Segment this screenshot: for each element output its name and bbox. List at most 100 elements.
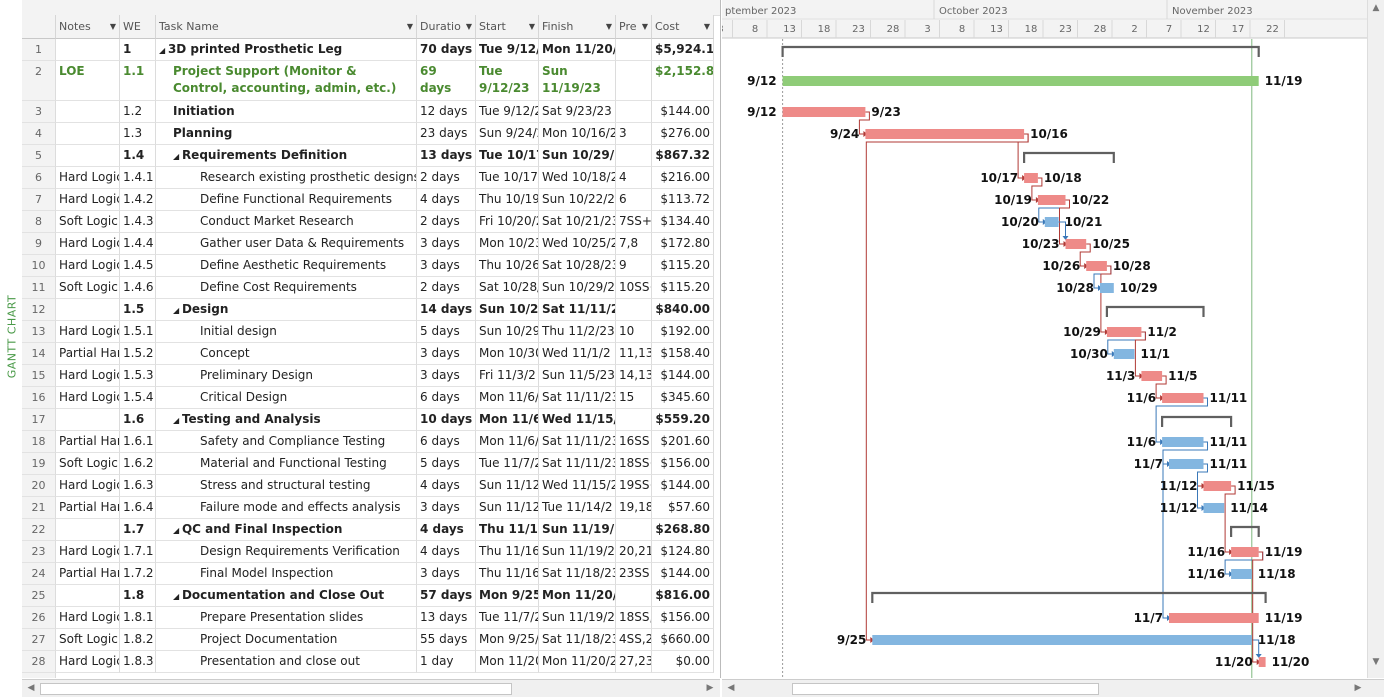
task-finish-cell[interactable]: Sat 11/18/23 — [539, 629, 616, 651]
task-bar[interactable] — [1100, 283, 1114, 293]
task-name-cell[interactable]: ◢ Documentation and Close Out — [156, 585, 417, 607]
row-number[interactable]: 25 — [22, 585, 56, 607]
task-notes-cell[interactable]: Soft Logic — [56, 211, 120, 233]
task-wbs-cell[interactable]: 1.6.2 — [120, 453, 156, 475]
task-finish-cell[interactable]: Sat 11/11/23 — [539, 299, 616, 321]
task-row[interactable]: 20 Hard Logic 1.6.3 Stress and structural t… — [22, 475, 720, 497]
task-name-cell[interactable]: Research existing prosthetic designs — [156, 167, 417, 189]
task-start-cell[interactable]: Mon 9/25/ — [476, 585, 539, 607]
task-start-cell[interactable]: Thu 10/26/ — [476, 255, 539, 277]
scroll-right-icon[interactable]: ▶ — [1352, 682, 1364, 694]
task-notes-cell[interactable]: Hard Logic — [56, 233, 120, 255]
collapse-triangle-icon[interactable]: ◢ — [173, 306, 182, 315]
task-cost-cell[interactable]: $268.80 — [652, 519, 714, 541]
task-row[interactable]: 16 Hard Logic 1.5.4 Critical Design 6 days Mo… — [22, 387, 720, 409]
scroll-left-icon[interactable]: ◀ — [725, 682, 737, 694]
task-row[interactable]: 11 Soft Logic 1.4.6 Define Cost Requirement… — [22, 277, 720, 299]
task-cost-cell[interactable]: $172.80 — [652, 233, 714, 255]
task-bar[interactable] — [1231, 547, 1259, 557]
task-start-cell[interactable]: Sun 11/12/ — [476, 475, 539, 497]
row-number[interactable]: 10 — [22, 255, 56, 277]
task-wbs-cell[interactable]: 1.8.3 — [120, 651, 156, 673]
task-wbs-cell[interactable]: 1.4.1 — [120, 167, 156, 189]
task-notes-cell[interactable]: Soft Logic — [56, 277, 120, 299]
scrollbar-thumb[interactable] — [40, 683, 512, 695]
task-pred-cell[interactable]: 23SS — [616, 563, 652, 585]
task-pred-cell[interactable]: 27,23, — [616, 651, 652, 673]
row-number[interactable]: 12 — [22, 299, 56, 321]
task-start-cell[interactable]: Mon 11/6/ — [476, 409, 539, 431]
task-cost-cell[interactable]: $156.00 — [652, 453, 714, 475]
row-number[interactable]: 8 — [22, 211, 56, 233]
column-filter-icon[interactable]: ▼ — [642, 15, 648, 38]
task-pred-cell[interactable] — [616, 39, 652, 61]
task-wbs-cell[interactable]: 1.7 — [120, 519, 156, 541]
task-start-cell[interactable]: Thu 11/16/ — [476, 519, 539, 541]
view-bar[interactable]: GANTT CHART — [0, 0, 22, 696]
task-pred-cell[interactable]: 11,13 — [616, 343, 652, 365]
task-start-cell[interactable]: Tue 11/7/2 — [476, 607, 539, 629]
task-cost-cell[interactable]: $840.00 — [652, 299, 714, 321]
task-cost-cell[interactable]: $559.20 — [652, 409, 714, 431]
task-bar[interactable] — [1113, 349, 1135, 359]
task-start-cell[interactable]: Tue 9/12/2 — [476, 101, 539, 123]
scroll-down-icon[interactable]: ▼ — [1370, 656, 1382, 668]
row-number[interactable]: 3 — [22, 101, 56, 123]
row-number[interactable]: 15 — [22, 365, 56, 387]
task-name-cell[interactable]: ◢ 3D printed Prosthetic Leg — [156, 39, 417, 61]
task-name-cell[interactable]: Initial design — [156, 321, 417, 343]
task-name-cell[interactable]: Final Model Inspection — [156, 563, 417, 585]
task-wbs-cell[interactable]: 1.4.3 — [120, 211, 156, 233]
task-bar[interactable] — [782, 107, 866, 117]
task-wbs-cell[interactable]: 1.5.1 — [120, 321, 156, 343]
task-bar[interactable] — [1169, 459, 1204, 469]
row-number[interactable]: 13 — [22, 321, 56, 343]
task-bar[interactable] — [1044, 217, 1059, 227]
task-finish-cell[interactable]: Sat 11/18/23 — [539, 563, 616, 585]
task-notes-cell[interactable]: Soft Logic — [56, 629, 120, 651]
task-start-cell[interactable]: Mon 9/25/ — [476, 629, 539, 651]
task-finish-cell[interactable]: Sat 11/11/23 — [539, 431, 616, 453]
task-name-cell[interactable]: Critical Design — [156, 387, 417, 409]
task-pred-cell[interactable] — [616, 61, 652, 101]
task-duration-cell[interactable]: 1 day — [417, 651, 476, 673]
task-finish-cell[interactable]: Sun 10/29/2 — [539, 145, 616, 167]
task-row[interactable]: 26 Hard Logic 1.8.1 Prepare Presentation sl… — [22, 607, 720, 629]
task-duration-cell[interactable]: 5 days — [417, 453, 476, 475]
task-finish-cell[interactable]: Wed 11/15/2 — [539, 409, 616, 431]
task-finish-cell[interactable]: Wed 10/18/2 — [539, 167, 616, 189]
task-start-cell[interactable]: Mon 11/6/ — [476, 431, 539, 453]
task-cost-cell[interactable]: $144.00 — [652, 563, 714, 585]
task-pred-cell[interactable] — [616, 101, 652, 123]
task-finish-cell[interactable]: Sun 11/5/23 — [539, 365, 616, 387]
task-duration-cell[interactable]: 13 days — [417, 607, 476, 629]
task-pred-cell[interactable]: 18SS, — [616, 607, 652, 629]
task-name-cell[interactable]: ◢ Design — [156, 299, 417, 321]
task-wbs-cell[interactable]: 1.8.2 — [120, 629, 156, 651]
task-name-cell[interactable]: Define Cost Requirements — [156, 277, 417, 299]
collapse-triangle-icon[interactable]: ◢ — [173, 526, 182, 535]
collapse-triangle-icon[interactable]: ◢ — [173, 416, 182, 425]
task-duration-cell[interactable]: 23 days — [417, 123, 476, 145]
task-row[interactable]: 7 Hard Logic 1.4.2 Define Functional Requir… — [22, 189, 720, 211]
task-finish-cell[interactable]: Sun 10/22/2 — [539, 189, 616, 211]
row-number[interactable]: 21 — [22, 497, 56, 519]
task-cost-cell[interactable]: $124.80 — [652, 541, 714, 563]
task-pred-cell[interactable]: 3 — [616, 123, 652, 145]
collapse-triangle-icon[interactable]: ◢ — [173, 592, 182, 601]
task-name-cell[interactable]: Define Functional Requirements — [156, 189, 417, 211]
row-number[interactable]: 18 — [22, 431, 56, 453]
task-finish-cell[interactable]: Sat 10/28/23 — [539, 255, 616, 277]
task-row[interactable]: 10 Hard Logic 1.4.5 Define Aesthetic Requir… — [22, 255, 720, 277]
scroll-right-icon[interactable]: ▶ — [704, 682, 716, 694]
task-start-cell[interactable]: Tue 10/17/ — [476, 145, 539, 167]
scroll-left-icon[interactable]: ◀ — [25, 682, 37, 694]
task-row[interactable]: 9 Hard Logic 1.4.4 Gather user Data & Requi… — [22, 233, 720, 255]
column-header-name[interactable]: Task Name ▼ — [156, 15, 417, 39]
task-duration-cell[interactable]: 6 days — [417, 387, 476, 409]
task-notes-cell[interactable]: Partial Har — [56, 497, 120, 519]
row-number[interactable]: 28 — [22, 651, 56, 673]
task-notes-cell[interactable]: Partial Har — [56, 343, 120, 365]
collapse-triangle-icon[interactable]: ◢ — [159, 46, 168, 55]
task-duration-cell[interactable]: 2 days — [417, 277, 476, 299]
